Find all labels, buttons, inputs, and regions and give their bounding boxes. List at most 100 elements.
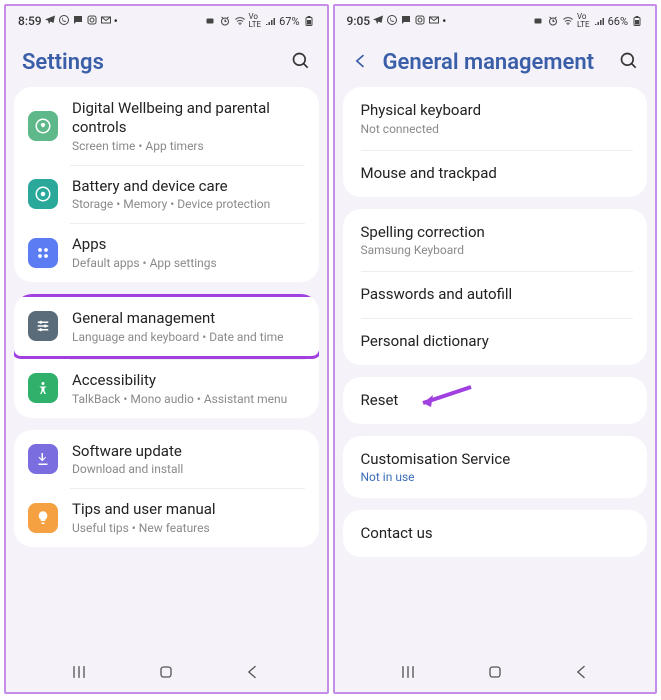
- settings-item-battery[interactable]: Battery and device careStorage • Memory …: [14, 165, 319, 224]
- item-text: Accessibility TalkBack • Mono audio • Ass…: [72, 371, 305, 406]
- status-notif-icons: •: [372, 14, 446, 28]
- status-bar: 8:59 • VoLTE 67%: [6, 6, 327, 32]
- general-management-header: General management: [335, 32, 656, 87]
- settings-item[interactable]: Personal dictionary: [343, 318, 648, 365]
- update-icon: [28, 444, 58, 474]
- nav-home-icon[interactable]: [485, 662, 505, 682]
- item-title: Accessibility: [72, 371, 305, 390]
- phone-left: 8:59 • VoLTE 67% Settings Digital Wel: [4, 4, 329, 694]
- telegram-icon: [372, 14, 384, 26]
- item-title: Battery and device care: [72, 177, 305, 196]
- item-title: Passwords and autofill: [361, 285, 630, 304]
- item-title: Reset: [361, 391, 630, 410]
- back-button[interactable]: [351, 51, 371, 75]
- settings-card: Contact us: [343, 510, 648, 557]
- settings-item[interactable]: Mouse and trackpad: [343, 150, 648, 197]
- item-title: Apps: [72, 235, 305, 254]
- item-subtitle: Not in use: [361, 470, 630, 484]
- settings-header: Settings: [6, 32, 327, 87]
- wifi-icon: [234, 15, 246, 27]
- item-text: General management Language and keyboard …: [72, 309, 305, 344]
- item-title: Contact us: [361, 524, 630, 543]
- settings-item[interactable]: Passwords and autofill: [343, 271, 648, 318]
- phone-right: 9:05 • VoLTE 66% General management: [333, 4, 658, 694]
- settings-card: Physical keyboard Not connected Mouse and …: [343, 87, 648, 197]
- gmail-icon: [100, 14, 112, 26]
- chevron-left-icon: [351, 51, 371, 71]
- item-text: Personal dictionary: [361, 332, 630, 351]
- item-text: Customisation ServiceNot in use: [361, 450, 630, 485]
- settings-item-apps[interactable]: AppsDefault apps • App settings: [14, 223, 319, 282]
- card-icon: [532, 15, 544, 27]
- item-text: Mouse and trackpad: [361, 164, 630, 183]
- item-subtitle: Samsung Keyboard: [361, 243, 630, 257]
- settings-item-tips[interactable]: Tips and user manualUseful tips • New fe…: [14, 488, 319, 547]
- nav-bar: [335, 652, 656, 692]
- settings-item[interactable]: Physical keyboard Not connected: [343, 87, 648, 150]
- signal-icon: [593, 15, 605, 27]
- nav-home-icon[interactable]: [156, 662, 176, 682]
- item-subtitle: Storage • Memory • Device protection: [72, 197, 305, 211]
- settings-item[interactable]: Contact us: [343, 510, 648, 557]
- settings-card: Spelling correctionSamsung Keyboard Passw…: [343, 209, 648, 365]
- nav-recents-icon[interactable]: [69, 662, 89, 682]
- item-title: Customisation Service: [361, 450, 630, 469]
- settings-item-update[interactable]: Software updateDownload and install: [14, 430, 319, 489]
- settings-card: General management Language and keyboard …: [14, 294, 319, 418]
- item-subtitle: Download and install: [72, 462, 305, 476]
- settings-item-wellbeing[interactable]: Digital Wellbeing and parental controlsS…: [14, 87, 319, 165]
- item-subtitle: Not connected: [361, 122, 630, 136]
- status-right-icons: VoLTE 66%: [532, 13, 643, 29]
- item-text: Reset: [361, 391, 630, 410]
- settings-item-access[interactable]: Accessibility TalkBack • Mono audio • Ass…: [14, 359, 319, 418]
- item-subtitle: Screen time • App timers: [72, 139, 305, 153]
- item-subtitle: TalkBack • Mono audio • Assistant menu: [72, 392, 305, 406]
- nav-back-icon[interactable]: [572, 662, 592, 682]
- item-subtitle: Language and keyboard • Date and time: [72, 330, 305, 344]
- page-title: Settings: [22, 50, 279, 75]
- item-text: AppsDefault apps • App settings: [72, 235, 305, 270]
- settings-item[interactable]: Customisation ServiceNot in use: [343, 436, 648, 499]
- search-button[interactable]: [619, 51, 639, 75]
- status-right-icons: VoLTE 67%: [204, 13, 315, 29]
- search-button[interactable]: [291, 51, 311, 75]
- settings-item[interactable]: Reset: [343, 377, 648, 424]
- battery-icon: [303, 15, 315, 27]
- whatsapp-icon: [58, 14, 70, 26]
- item-subtitle: Useful tips • New features: [72, 521, 305, 535]
- nav-back-icon[interactable]: [243, 662, 263, 682]
- item-text: Software updateDownload and install: [72, 442, 305, 477]
- search-icon: [291, 51, 311, 71]
- item-title: Software update: [72, 442, 305, 461]
- telegram-icon: [44, 14, 56, 26]
- item-text: Passwords and autofill: [361, 285, 630, 304]
- sliders-icon: [28, 311, 58, 341]
- wifi-icon: [562, 15, 574, 27]
- status-time: 9:05: [347, 14, 371, 28]
- search-icon: [619, 51, 639, 71]
- item-title: Personal dictionary: [361, 332, 630, 351]
- settings-card: Reset: [343, 377, 648, 424]
- status-notif-icons: •: [44, 14, 118, 28]
- tips-icon: [28, 503, 58, 533]
- status-time: 8:59: [18, 14, 42, 28]
- settings-card: Digital Wellbeing and parental controlsS…: [14, 87, 319, 282]
- item-title: Spelling correction: [361, 223, 630, 242]
- nav-recents-icon[interactable]: [398, 662, 418, 682]
- item-text: Spelling correctionSamsung Keyboard: [361, 223, 630, 258]
- general-management-list: Physical keyboard Not connected Mouse and …: [335, 87, 656, 652]
- battery-icon: [28, 179, 58, 209]
- page-title: General management: [383, 50, 608, 75]
- settings-item[interactable]: Spelling correctionSamsung Keyboard: [343, 209, 648, 272]
- status-bar: 9:05 • VoLTE 66%: [335, 6, 656, 32]
- item-title: Physical keyboard: [361, 101, 630, 120]
- item-text: Tips and user manualUseful tips • New fe…: [72, 500, 305, 535]
- apps-icon: [28, 238, 58, 268]
- item-title: General management: [72, 309, 305, 328]
- settings-list: Digital Wellbeing and parental controlsS…: [6, 87, 327, 652]
- battery-icon: [631, 15, 643, 27]
- status-battery: 67%: [279, 15, 299, 28]
- alarm-icon: [219, 15, 231, 27]
- settings-item-sliders[interactable]: General management Language and keyboard …: [14, 294, 319, 359]
- item-title: Mouse and trackpad: [361, 164, 630, 183]
